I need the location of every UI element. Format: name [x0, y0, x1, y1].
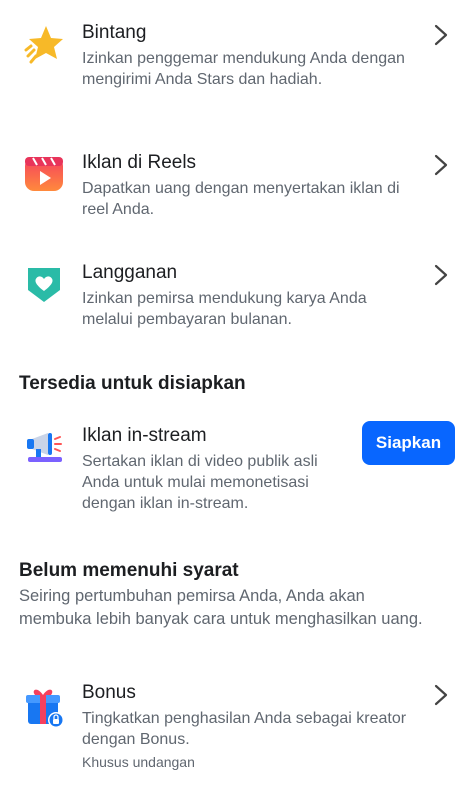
setup-button[interactable]: Siapkan	[362, 421, 455, 465]
chevron-right-icon	[434, 264, 448, 286]
section-heading-available: Tersedia untuk disiapkan	[19, 373, 246, 394]
section-subtext: Seiring pertumbuhan pemirsa Anda, Anda a…	[19, 587, 423, 628]
section-heading-not-eligible: Belum memenuhi syarat	[19, 560, 239, 581]
chevron-right-icon	[434, 154, 448, 176]
subscription-heart-icon	[22, 262, 66, 306]
reels-icon	[22, 152, 66, 196]
item-description: Sertakan iklan di video publik asli Anda…	[82, 453, 318, 512]
monetization-item-subscriptions[interactable]: Langganan Izinkan pemirsa mendukung kary…	[0, 250, 474, 350]
item-title: Iklan in-stream	[82, 425, 207, 446]
item-description: Dapatkan uang dengan menyertakan iklan d…	[82, 180, 400, 218]
item-description: Izinkan pemirsa mendukung karya Anda mel…	[82, 290, 367, 328]
item-description: Tingkatkan penghasilan Anda sebagai krea…	[82, 710, 407, 748]
chevron-right-icon	[434, 24, 448, 46]
chevron-right-icon	[434, 684, 448, 706]
monetization-item-reels-ads[interactable]: Iklan di Reels Dapatkan uang dengan meny…	[0, 140, 474, 240]
item-title: Iklan di Reels	[82, 152, 197, 173]
monetization-item-stars[interactable]: Bintang Izinkan penggemar mendukung Anda…	[0, 0, 474, 120]
invite-only-note: Khusus undangan	[82, 754, 195, 770]
monetization-item-bonus[interactable]: Bonus Tingkatkan penghasilan Anda sebaga…	[0, 670, 474, 780]
megaphone-icon	[22, 425, 66, 469]
item-title: Langganan	[82, 262, 178, 283]
star-icon	[22, 22, 66, 66]
item-title: Bintang	[82, 22, 147, 43]
item-description: Izinkan penggemar mendukung Anda dengan …	[82, 50, 405, 88]
item-title: Bonus	[82, 682, 136, 703]
gift-lock-icon	[22, 684, 66, 728]
